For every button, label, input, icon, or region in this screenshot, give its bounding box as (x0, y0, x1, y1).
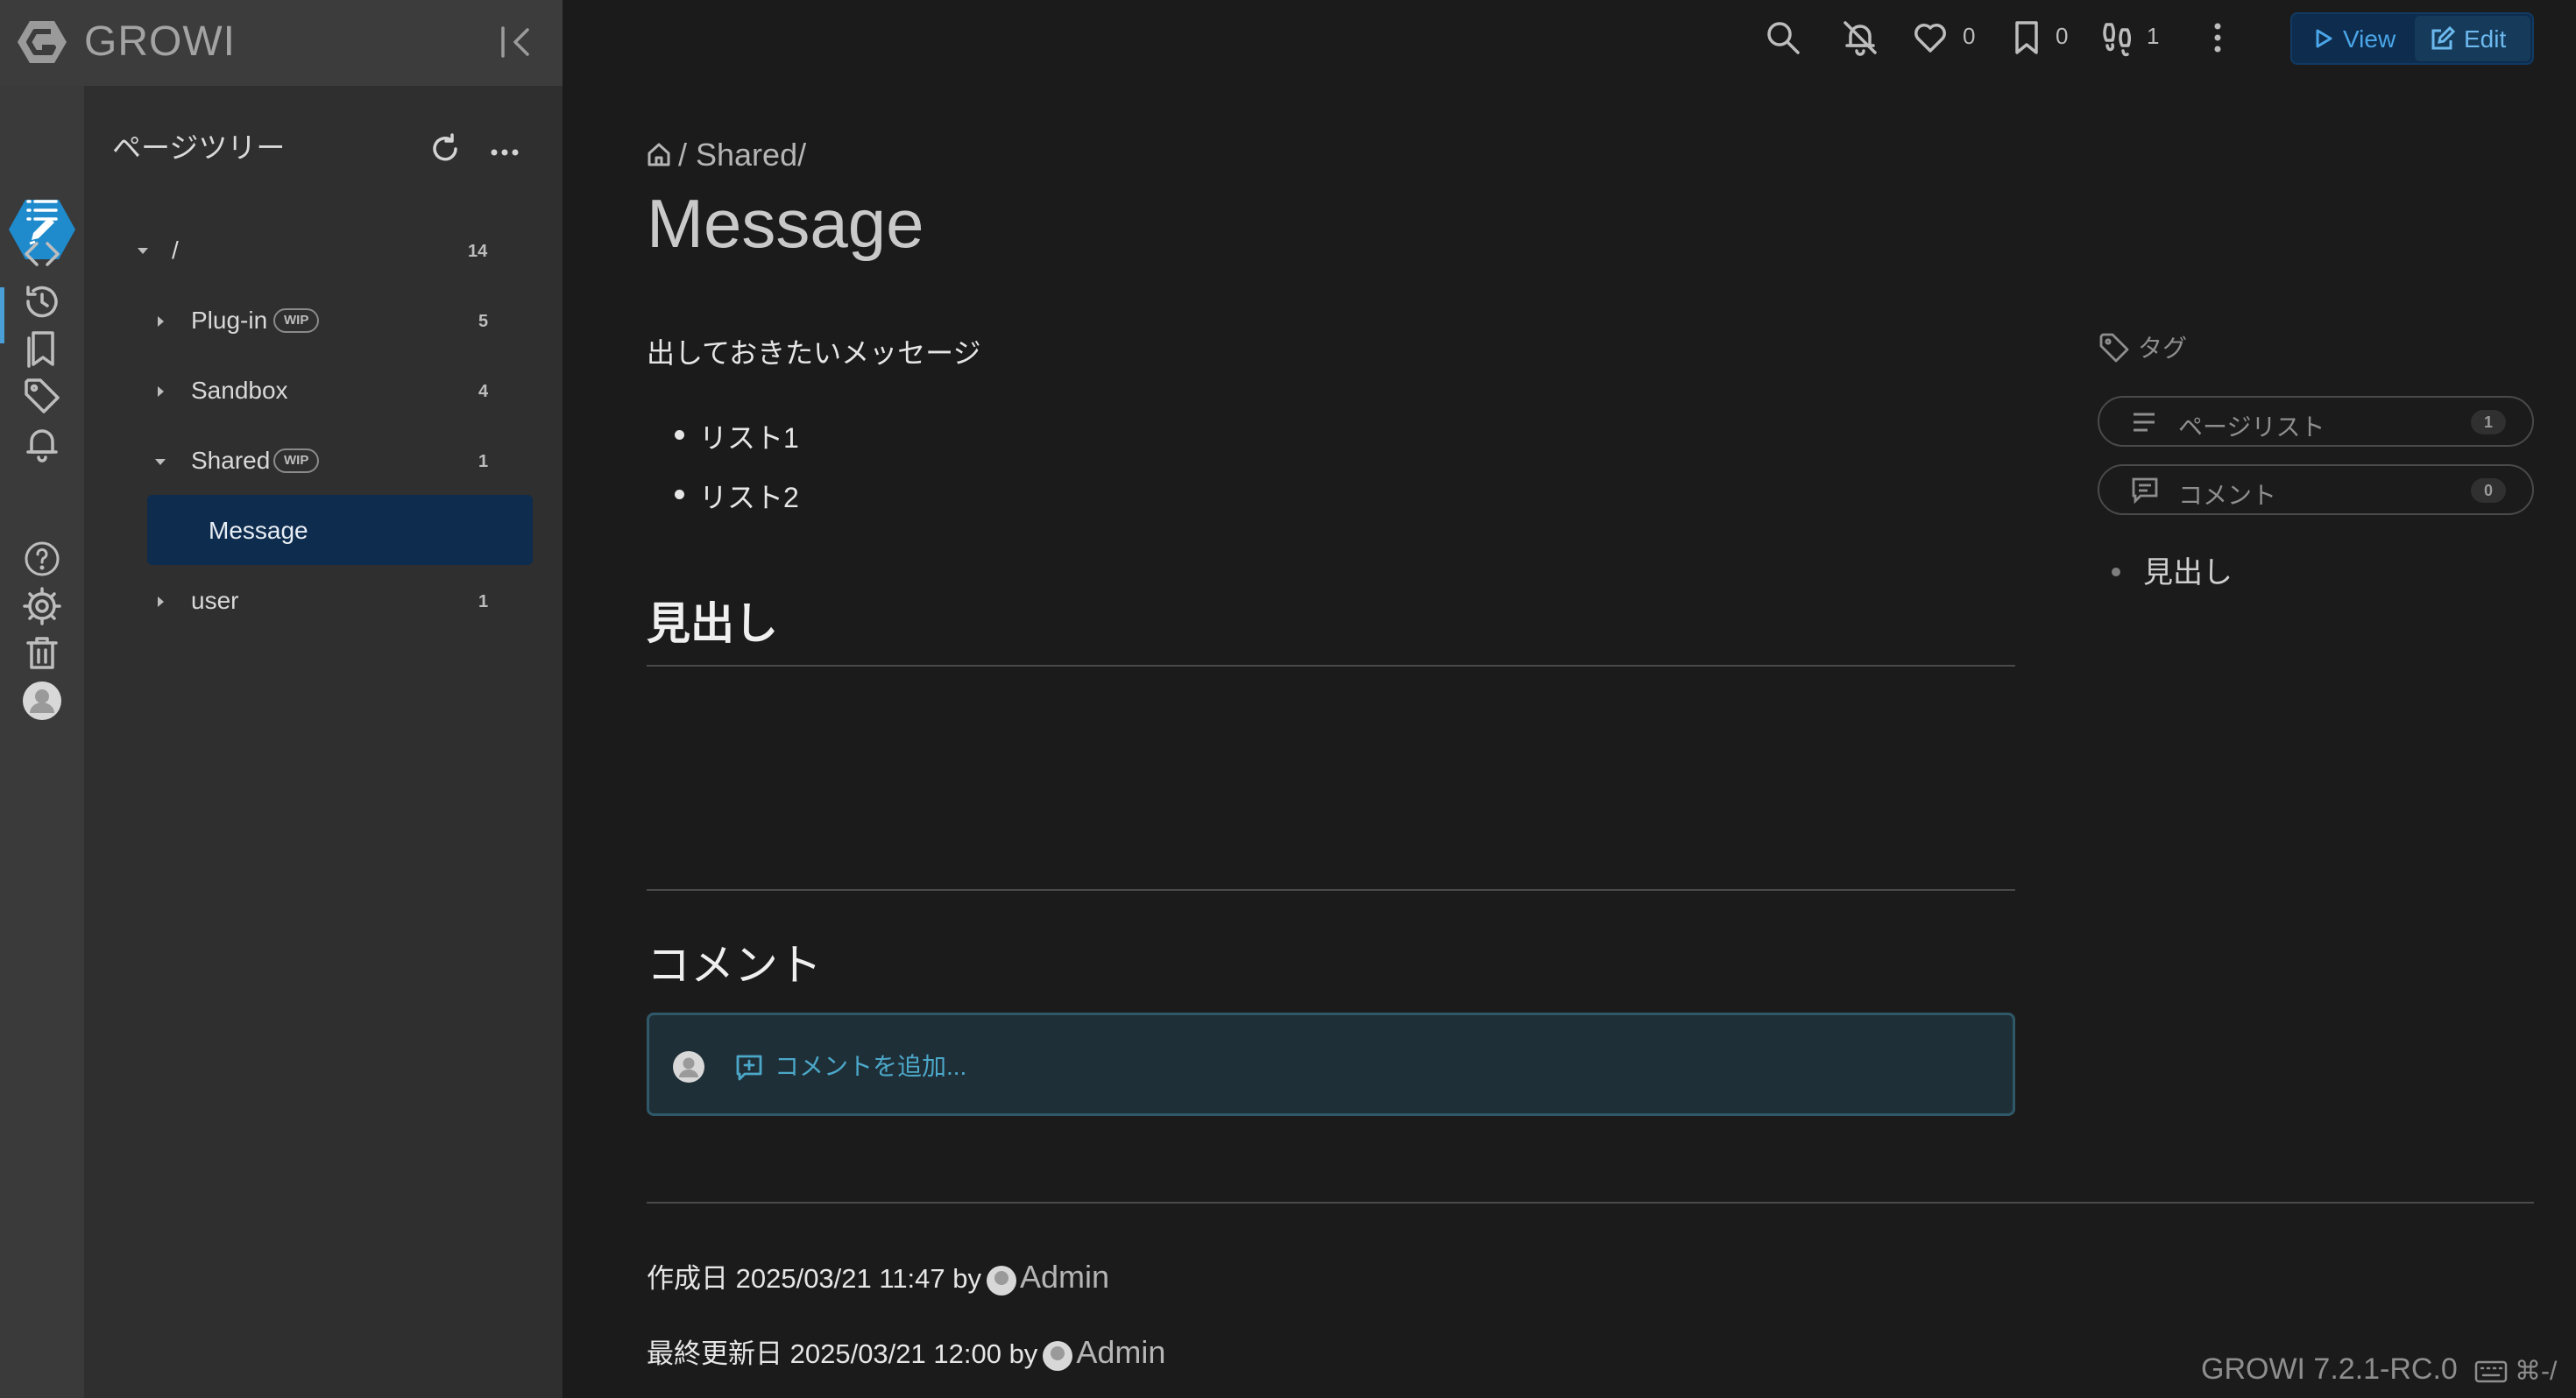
add-comment-icon[interactable] (734, 1053, 764, 1083)
seen-user-count: 1 (2147, 23, 2160, 49)
list-bullet (675, 430, 684, 440)
recent-changes-icon[interactable] (21, 280, 63, 322)
caret-down-icon[interactable] (133, 241, 152, 260)
shortcut-hint[interactable]: ⌘-/ (2515, 1356, 2557, 1387)
page-tree-panel (84, 86, 563, 1398)
page-list-label: ページリスト (2178, 413, 2325, 441)
user-avatar[interactable] (21, 680, 63, 722)
page-paragraph: 出しておきたいメッセージ (647, 337, 981, 369)
search-icon[interactable] (1763, 18, 1803, 58)
version-label: GROWI 7.2.1-RC.0 (2201, 1352, 2458, 1386)
created-info: 作成日 2025/03/21 11:47 by Admin (647, 1256, 1109, 1296)
caret-down-icon[interactable] (151, 452, 170, 471)
tags-icon[interactable] (21, 375, 63, 417)
edit-label: Edit (2464, 25, 2507, 53)
footer-divider (647, 1202, 2534, 1204)
page-tree-icon[interactable] (21, 189, 63, 231)
keyboard-icon[interactable] (2474, 1359, 2509, 1384)
tree-node-sandbox[interactable]: Sandbox (191, 377, 288, 405)
caret-right-icon[interactable] (151, 312, 170, 331)
tag-icon (2098, 331, 2131, 364)
toc-item[interactable]: 見出し (2143, 548, 2233, 591)
view-button[interactable]: View (2294, 16, 2413, 61)
updated-info: 最終更新日 2025/03/21 12:00 by Admin (647, 1331, 1165, 1371)
tree-node-count: 14 (468, 242, 488, 261)
tree-node-root[interactable]: / (172, 237, 179, 265)
list-item: リスト2 (699, 482, 799, 513)
content-divider (647, 889, 2015, 891)
created-label: 作成日 2025/03/21 11:47 by (647, 1263, 982, 1294)
bookmark-icon[interactable] (2006, 18, 2047, 58)
updated-author-link[interactable]: Admin (1076, 1334, 1165, 1370)
add-comment-link[interactable]: コメントを追加... (775, 1048, 966, 1083)
page-list-count: 1 (2471, 410, 2506, 434)
caret-right-icon[interactable] (151, 592, 170, 611)
edit-button[interactable]: Edit (2415, 16, 2530, 61)
updated-label: 最終更新日 2025/03/21 12:00 by (647, 1338, 1038, 1369)
trash-icon[interactable] (21, 632, 63, 674)
page-list-button[interactable]: ページリスト 1 (2098, 396, 2534, 447)
tree-node-message[interactable]: Message (209, 517, 308, 545)
like-count: 0 (1963, 23, 1976, 49)
page-title: Message (647, 185, 924, 262)
author-avatar (1043, 1340, 1073, 1371)
tree-node-user[interactable]: user (191, 587, 238, 615)
comment-count-label: コメント (2178, 482, 2277, 509)
caret-right-icon[interactable] (151, 382, 170, 401)
list-bullet (675, 490, 684, 499)
comment-count-badge: 0 (2471, 478, 2506, 503)
tree-node-plug-in[interactable]: Plug-in (191, 307, 267, 335)
sidebar-rail (0, 86, 84, 1398)
wip-badge: WIP (273, 308, 320, 333)
view-label: View (2343, 25, 2396, 53)
footprints-icon[interactable] (2098, 18, 2138, 58)
tags-link[interactable]: タグ (2138, 329, 2187, 364)
comment-count-button[interactable]: コメント 0 (2098, 464, 2534, 515)
reload-icon[interactable] (428, 131, 463, 166)
author-avatar (987, 1265, 1017, 1296)
tree-node-count: 4 (478, 382, 489, 401)
tree-node-count: 5 (478, 312, 489, 331)
subscribe-bell-off-icon[interactable] (1840, 18, 1880, 58)
comment-section-heading: コメント (647, 941, 822, 990)
brand-name[interactable]: GROWI (84, 18, 236, 66)
breadcrumb: / Shared/ (647, 137, 806, 173)
page-tree-title: ページツリー (112, 131, 286, 164)
bookmark-count: 0 (2056, 23, 2069, 49)
tree-node-shared[interactable]: Shared (191, 447, 270, 475)
content-heading: 見出し (647, 599, 778, 648)
growi-logo-icon[interactable] (18, 19, 67, 65)
tree-node-message-selected[interactable] (147, 495, 533, 565)
bookmarks-icon[interactable] (21, 328, 63, 370)
wip-badge: WIP (273, 448, 320, 473)
notification-bell-icon[interactable] (21, 422, 63, 464)
collapse-sidebar-icon[interactable] (498, 25, 536, 60)
created-author-link[interactable]: Admin (1020, 1259, 1109, 1295)
help-icon[interactable] (21, 538, 63, 580)
code-icon[interactable] (21, 233, 63, 275)
heading-divider (647, 665, 2015, 667)
comment-avatar (673, 1051, 704, 1083)
active-indicator (0, 287, 4, 343)
more-menu-icon[interactable] (2197, 18, 2238, 58)
more-options-icon[interactable] (487, 131, 522, 166)
toc-bullet (2112, 568, 2120, 576)
breadcrumb-path[interactable]: / Shared/ (678, 137, 806, 173)
tree-node-count: 1 (478, 452, 489, 471)
list-item: リスト1 (699, 422, 799, 454)
like-heart-icon[interactable] (1910, 18, 1950, 58)
settings-gear-icon[interactable] (21, 585, 63, 627)
tree-node-count: 1 (478, 592, 489, 611)
